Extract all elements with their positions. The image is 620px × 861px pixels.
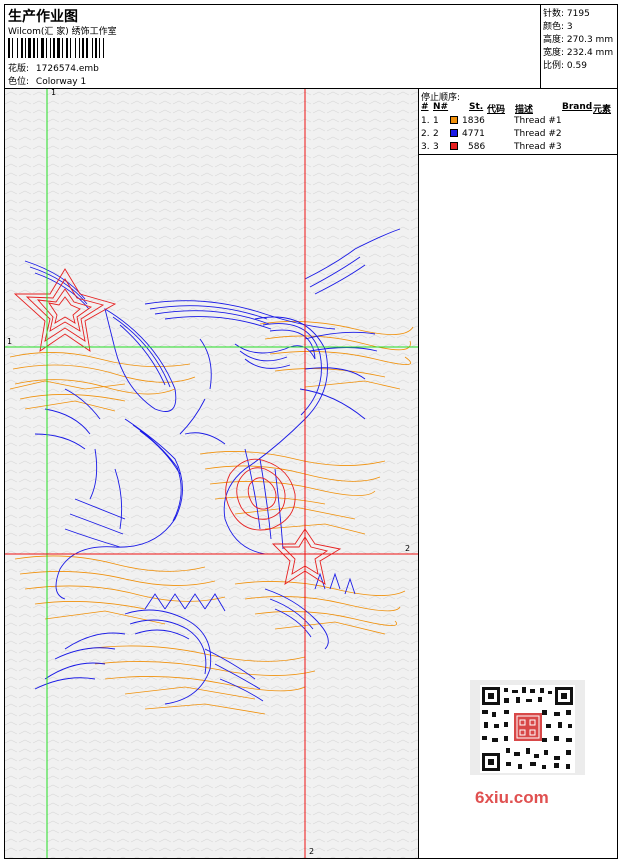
stitches-label: 针数: — [543, 9, 565, 19]
row-number: 1. — [421, 116, 430, 126]
row-needle: 3 — [433, 142, 439, 152]
width-row: 宽度: 232.4 mm — [543, 45, 613, 58]
row-description: Thread #3 — [514, 142, 562, 152]
ratio-label: 比例: — [543, 61, 565, 71]
stitches-value: 7195 — [566, 9, 590, 19]
ratio-row: 比例: 0.59 — [543, 58, 587, 71]
row-stitches: 1836 — [462, 116, 485, 126]
height-label: 高度: — [543, 35, 565, 45]
col-header-element: 元素 — [593, 105, 612, 115]
colorway-value: Colorway 1 — [35, 77, 87, 87]
row-number: 2. — [421, 129, 430, 139]
vertical-guide-2-label: 2 — [309, 847, 315, 856]
height-row: 高度: 270.3 mm — [543, 32, 613, 45]
table-row[interactable]: 3. 3 586 Thread #3 — [420, 141, 616, 154]
watermark: 6xiu.com — [470, 680, 585, 807]
stitches-row: 针数: 7195 — [543, 6, 590, 19]
col-header-stitches: St. — [469, 102, 484, 112]
colors-value: 3 — [566, 22, 573, 32]
vertical-guide-1-label: 1 — [51, 88, 57, 97]
col-header-description: 描述 — [515, 105, 534, 115]
horizontal-guide-2-label: 2 — [405, 544, 411, 553]
col-header-brand: Brand — [562, 102, 593, 112]
height-value: 270.3 mm — [566, 35, 614, 45]
row-needle: 2 — [433, 129, 439, 139]
col-header-code: 代码 — [487, 105, 506, 115]
colorway-label: 色位: — [8, 77, 30, 87]
embroidery-preview — [5, 89, 418, 858]
thread-color-swatch — [450, 142, 458, 150]
page-title: 生产作业图 — [8, 9, 78, 25]
colors-label: 颜色: — [543, 22, 565, 32]
thread-color-swatch — [450, 116, 458, 124]
seal-stamp — [514, 713, 542, 741]
colors-row: 颜色: 3 — [543, 19, 573, 32]
colorway-row: 色位: Colorway 1 — [8, 74, 86, 87]
canvas-texture — [5, 89, 418, 858]
design-label: 花版: — [8, 64, 30, 74]
row-stitches: 4771 — [462, 129, 485, 139]
width-value: 232.4 mm — [566, 48, 614, 58]
thread-color-swatch — [450, 129, 458, 137]
row-number: 3. — [421, 142, 430, 152]
design-row: 花版: 1726574.emb — [8, 61, 99, 74]
watermark-text: 6xiu.com — [475, 788, 549, 807]
col-header-needle: N# — [433, 102, 449, 112]
design-canvas[interactable]: 1 2 1 2 — [5, 88, 418, 858]
row-description: Thread #1 — [514, 116, 562, 126]
design-value: 1726574.emb — [35, 64, 99, 74]
table-row[interactable]: 2. 2 4771 Thread #2 — [420, 128, 616, 141]
width-label: 宽度: — [543, 48, 565, 58]
col-header-index: # — [421, 102, 429, 112]
table-row[interactable]: 1. 1 1836 Thread #1 — [420, 115, 616, 128]
ratio-value: 0.59 — [566, 61, 587, 71]
qr-code-image — [470, 680, 585, 775]
barcode — [8, 38, 104, 58]
row-needle: 1 — [433, 116, 439, 126]
stats-divider — [540, 4, 541, 89]
company-name: Wilcom(汇 家) 绣饰工作室 — [8, 27, 117, 37]
horizontal-guide-1-label: 1 — [7, 337, 13, 346]
row-description: Thread #2 — [514, 129, 562, 139]
row-stitches: 586 — [468, 142, 486, 152]
